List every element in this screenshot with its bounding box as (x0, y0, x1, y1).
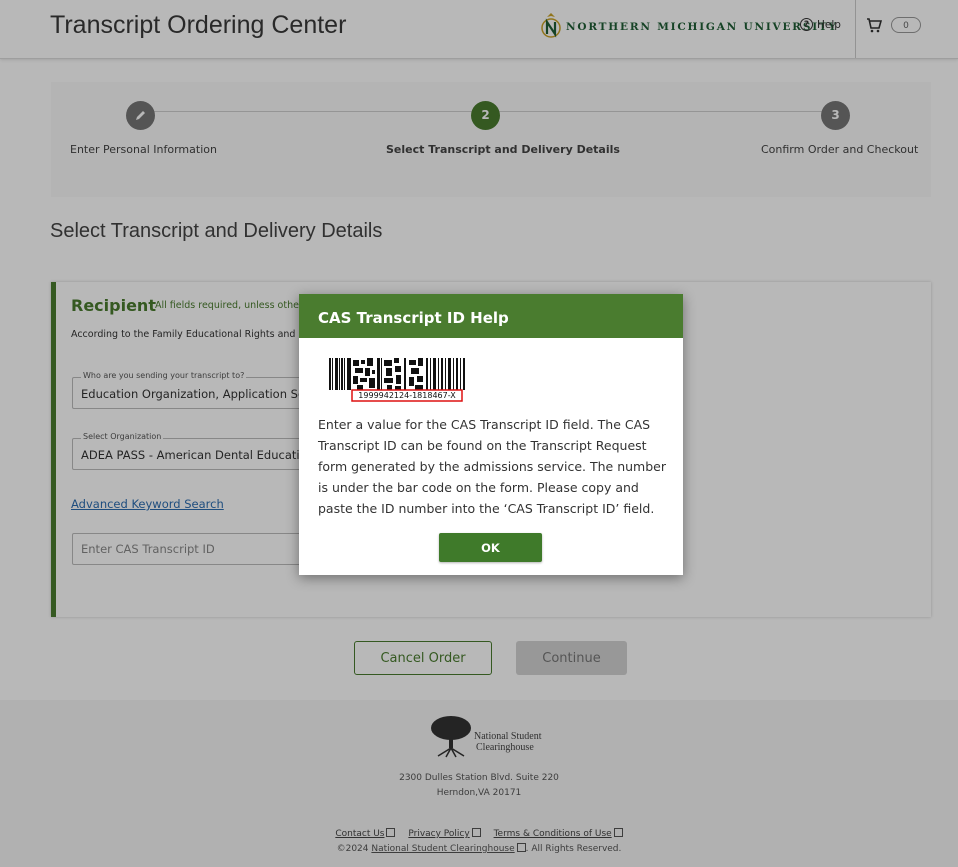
barcode-number: 1999942124-1818467-X (358, 391, 456, 400)
cas-help-dialog: CAS Transcript ID Help 1999942124-181846… (299, 294, 683, 575)
dialog-body-text: Enter a value for the CAS Transcript ID … (318, 417, 666, 516)
ok-button[interactable]: OK (439, 533, 542, 562)
dialog-title: CAS Transcript ID Help (318, 309, 509, 327)
